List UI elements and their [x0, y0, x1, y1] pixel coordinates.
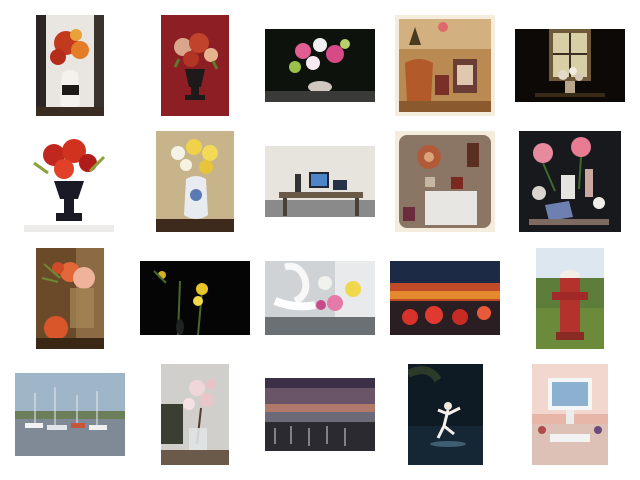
- thumbnail-lilies-white-chair[interactable]: [265, 261, 375, 335]
- thumbnail-sailboat-marina[interactable]: [15, 373, 125, 456]
- thumbnail-red-fire-hydrant[interactable]: [536, 248, 604, 349]
- thumbnail-kitchen-clock-cabinet[interactable]: [395, 131, 495, 232]
- thumbnail-red-roses-black-urn[interactable]: [24, 133, 114, 232]
- thumbnail-daffodils-blue-vase[interactable]: [156, 131, 234, 232]
- thumbnail-orange-roses-persimmon[interactable]: [36, 248, 104, 349]
- thumbnail-purple-sunset-pier[interactable]: [265, 378, 375, 451]
- thumbnail-computer-desk[interactable]: [265, 146, 375, 217]
- thumbnail-pink-lily-bouquet[interactable]: [265, 29, 375, 102]
- thumbnail-glowing-imac[interactable]: [532, 364, 608, 465]
- image-grid: [0, 0, 640, 480]
- thumbnail-pink-roses-still-life[interactable]: [519, 131, 621, 232]
- thumbnail-copper-pots-shelf[interactable]: [395, 15, 495, 116]
- thumbnail-roses-dark-urn[interactable]: [161, 15, 229, 116]
- thumbnail-cherry-blossom-glass[interactable]: [161, 364, 229, 465]
- thumbnail-yellow-daffodils-black[interactable]: [140, 261, 250, 335]
- thumbnail-flowers-white-vase[interactable]: [36, 15, 104, 116]
- thumbnail-leaping-figure-night[interactable]: [408, 364, 483, 465]
- thumbnail-sunset-red-canopies[interactable]: [390, 261, 500, 335]
- thumbnail-window-flowers-night[interactable]: [515, 29, 625, 102]
